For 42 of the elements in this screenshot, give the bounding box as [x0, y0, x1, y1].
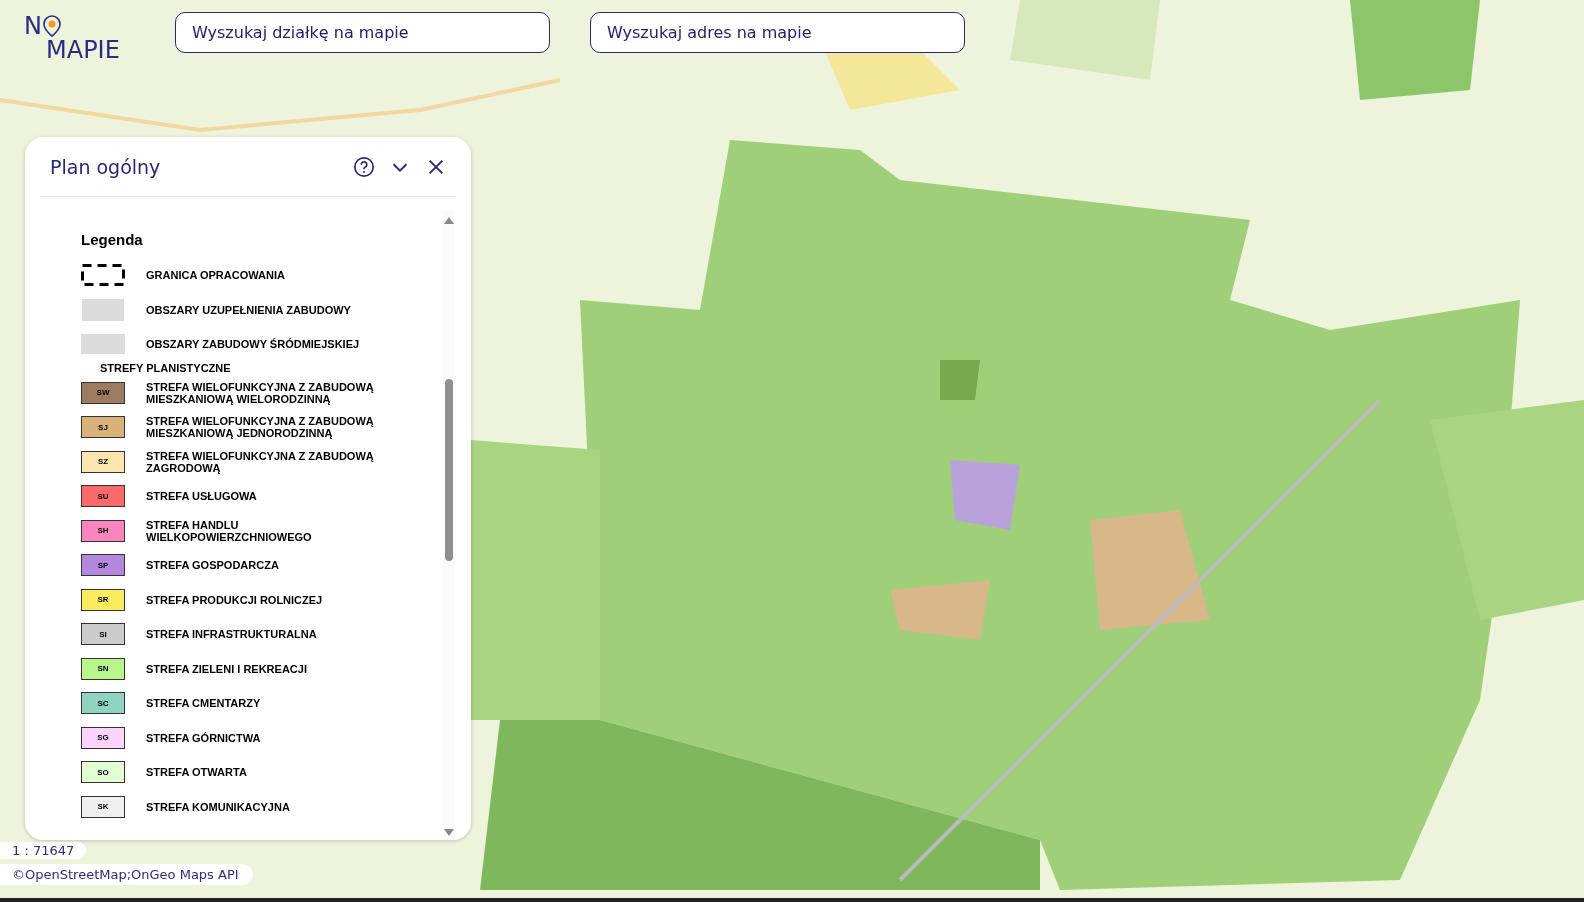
legend-label: STREFA KOMUNIKACYJNA [146, 800, 290, 813]
legend-section-heading: STREFY PLANISTYCZNE [99, 361, 232, 374]
legend-label: STREFA GOSPODARCZA [146, 559, 279, 572]
map-pin-icon [41, 14, 62, 38]
dashed-border-icon [81, 264, 125, 287]
color-swatch: SJ [81, 416, 125, 439]
color-swatch: SU [81, 485, 125, 508]
logo-text: N [24, 14, 42, 38]
color-swatch: SN [81, 657, 125, 680]
search-field[interactable]: Wyszukaj działkę na mapie [175, 12, 550, 53]
color-swatch: SO [81, 761, 125, 784]
color-swatch: SH [81, 519, 125, 542]
attribution-text: ©OpenStreetMap;OnGeo Maps API [0, 864, 253, 885]
color-swatch: SG [81, 726, 125, 749]
color-swatch: SC [81, 692, 125, 715]
panel-title: Plan ogólny [50, 155, 161, 178]
legend-label: STREFA WIELOFUNKCYJNA Z ZABUDOWĄ MIESZKANIOWĄ WIELORODZINNĄ [146, 380, 375, 405]
color-swatch: SI [81, 623, 125, 646]
color-swatch: SP [81, 554, 125, 577]
logo-text: MAPIE [45, 38, 121, 62]
legend-label: OBSZARY UZUPEŁNIENIA ZABUDOWY [146, 303, 351, 316]
legend-label: STREFA WIELOFUNKCYJNA Z ZABUDOWĄ MIESZKANIOWĄ JEDNORODZINNĄ [146, 415, 375, 440]
legend-label: STREFA HANDLU WIELKOPOWIERZCHNIOWEGO [146, 518, 313, 543]
legend-label: STREFA INFRASTRUKTURALNA [146, 628, 317, 641]
color-swatch: SZ [81, 450, 125, 473]
legend-heading: Legenda [81, 231, 144, 248]
color-swatch: SR [81, 588, 125, 611]
scrollbar[interactable] [443, 211, 455, 840]
legend-label: OBSZARY ZABUDOWY ŚRÓDMIEJSKIEJ [146, 338, 360, 351]
help-icon[interactable] [353, 155, 375, 178]
color-swatch: SK [81, 795, 125, 818]
legend-label: STREFA GÓRNICTWA [146, 731, 261, 744]
legend-label: GRANICA OPRACOWANIA [146, 269, 285, 282]
map-scale: 1 : 71647 [0, 842, 87, 859]
legend-label: STREFA USŁUGOWA [146, 490, 257, 503]
legend-label: STREFA ZIELENI I REKREACJI [146, 662, 307, 675]
legend-label: STREFA WIELOFUNKCYJNA Z ZABUDOWĄ ZAGRODOWĄ [146, 449, 375, 474]
legend-label: STREFA OTWARTA [146, 766, 247, 779]
search-field[interactable]: Wyszukaj adres na mapie [590, 12, 965, 53]
legend-label: STREFA PRODUKCJI ROLNICZEJ [146, 593, 323, 606]
legend-label: STREFA CMENTARZY [146, 697, 261, 710]
color-swatch: SW [81, 381, 125, 404]
